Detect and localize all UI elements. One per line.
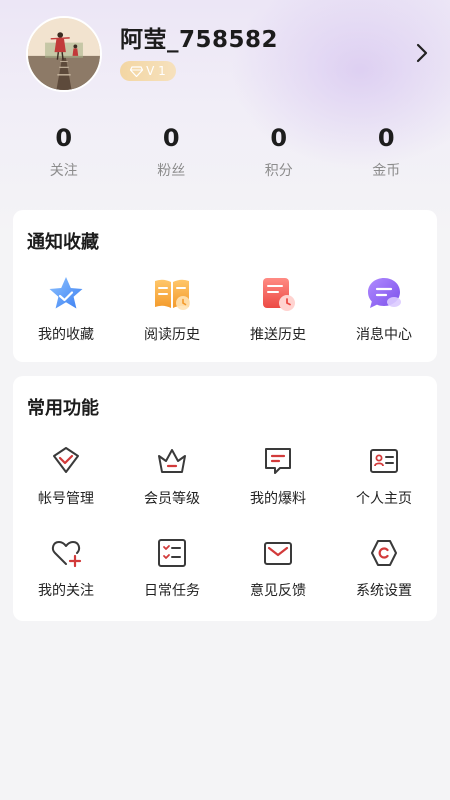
- stat-coins[interactable]: 0 金币: [333, 120, 441, 190]
- my-following-item[interactable]: 我的关注: [13, 536, 119, 600]
- crown-icon: [152, 444, 192, 478]
- report-icon: [258, 444, 298, 478]
- level-text: V 1: [146, 64, 166, 78]
- stat-value: 0: [270, 124, 288, 152]
- stat-fans[interactable]: 0 粉丝: [118, 120, 226, 190]
- grid-label: 意见反馈: [250, 583, 306, 599]
- profile-header[interactable]: 阿莹_758582 V 1: [0, 0, 450, 110]
- account-management-item[interactable]: 帐号管理: [13, 444, 119, 508]
- stat-label: 关注: [49, 163, 78, 179]
- stat-label: 粉丝: [157, 163, 186, 179]
- avatar[interactable]: [26, 16, 102, 92]
- avatar-image: [28, 18, 100, 90]
- notify-grid: 我的收藏 阅读历史 推送历史 消息中心: [13, 274, 437, 344]
- push-history-item[interactable]: 推送历史: [225, 274, 331, 344]
- grid-label: 日常任务: [144, 583, 200, 599]
- reading-history-item[interactable]: 阅读历史: [119, 274, 225, 344]
- push-history-icon: [258, 274, 298, 314]
- daily-tasks-item[interactable]: 日常任务: [119, 536, 225, 600]
- grid-label: 系统设置: [356, 583, 412, 599]
- star-icon: [46, 274, 86, 314]
- grid-label: 会员等级: [144, 491, 200, 507]
- message-center-item[interactable]: 消息中心: [331, 274, 437, 344]
- stat-following[interactable]: 0 关注: [10, 120, 118, 190]
- book-icon: [152, 274, 192, 314]
- stat-points[interactable]: 0 积分: [225, 120, 333, 190]
- personal-homepage-item[interactable]: 个人主页: [331, 444, 437, 508]
- favorites-item[interactable]: 我的收藏: [13, 274, 119, 344]
- my-reports-item[interactable]: 我的爆料: [225, 444, 331, 508]
- grid-label: 我的收藏: [38, 327, 94, 343]
- grid-label: 消息中心: [356, 327, 412, 343]
- heart-plus-icon: [46, 536, 86, 570]
- stat-label: 积分: [264, 163, 293, 179]
- account-icon: [46, 444, 86, 478]
- message-icon: [364, 274, 404, 314]
- grid-label: 帐号管理: [38, 491, 94, 507]
- notify-card: 通知收藏 我的收藏 阅读历史 推送历史 消息中心: [13, 210, 437, 362]
- level-badge[interactable]: V 1: [120, 61, 176, 81]
- grid-label: 推送历史: [250, 327, 306, 343]
- system-settings-item[interactable]: 系统设置: [331, 536, 437, 600]
- profile-card-icon: [364, 444, 404, 478]
- diamond-icon: [130, 65, 144, 77]
- stat-value: 0: [377, 124, 395, 152]
- mail-icon: [258, 536, 298, 570]
- functions-grid-row-1: 帐号管理 会员等级 我的爆料 个人主页: [13, 444, 437, 508]
- stat-label: 金币: [372, 163, 401, 179]
- functions-grid-row-2: 我的关注 日常任务 意见反馈 系统设置: [13, 536, 437, 600]
- grid-label: 阅读历史: [144, 327, 200, 343]
- functions-card: 常用功能 帐号管理 会员等级 我的爆料 个人主页 我的关注 日常任务 意见反馈 …: [13, 376, 437, 621]
- settings-icon: [364, 536, 404, 570]
- stat-value: 0: [162, 124, 180, 152]
- stats-row: 0 关注 0 粉丝 0 积分 0 金币: [10, 120, 440, 190]
- functions-section-title: 常用功能: [27, 398, 99, 419]
- member-level-item[interactable]: 会员等级: [119, 444, 225, 508]
- grid-label: 我的爆料: [250, 491, 306, 507]
- username[interactable]: 阿莹_758582: [120, 20, 278, 54]
- notify-section-title: 通知收藏: [27, 232, 99, 253]
- grid-label: 我的关注: [38, 583, 94, 599]
- feedback-item[interactable]: 意见反馈: [225, 536, 331, 600]
- grid-label: 个人主页: [356, 491, 412, 507]
- stat-value: 0: [55, 124, 73, 152]
- task-list-icon: [152, 536, 192, 570]
- chevron-right-icon[interactable]: [412, 42, 432, 64]
